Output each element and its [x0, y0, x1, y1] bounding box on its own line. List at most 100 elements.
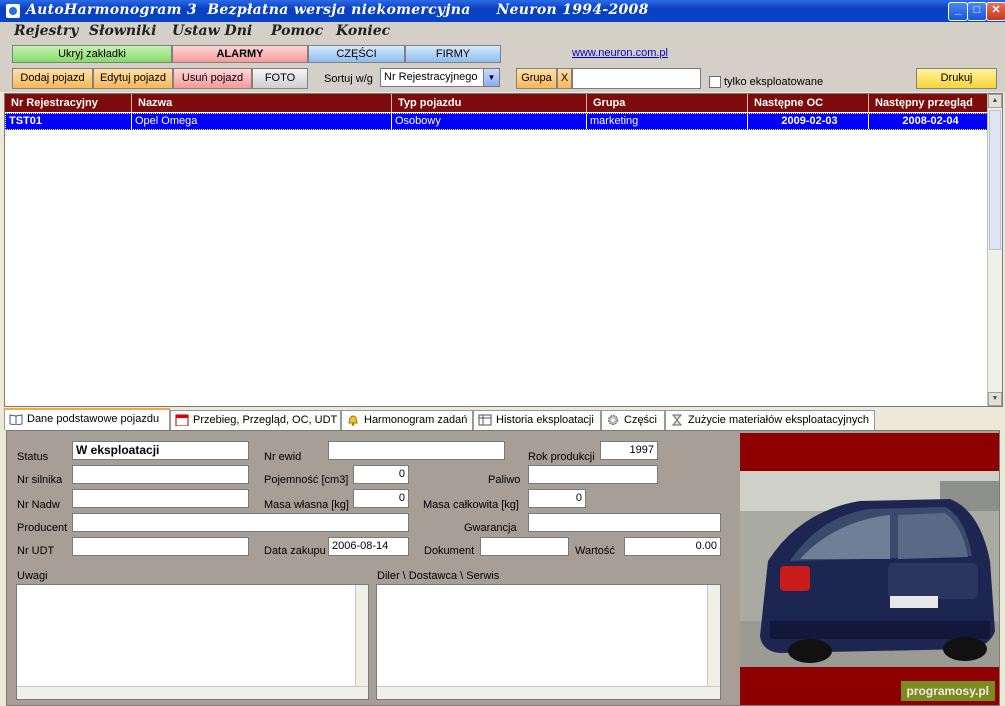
menu-pomoc[interactable]: Pomoc — [271, 23, 323, 39]
hourglass-icon — [671, 414, 683, 426]
menu-bar: Rejestry Słowniki Ustaw Dni Pomoc Koniec — [0, 22, 1005, 42]
uwagi-scrollbar[interactable] — [355, 585, 368, 699]
nr-silnika-label: Nr silnika — [17, 474, 63, 486]
table-scrollbar[interactable]: ▲ ▼ — [987, 94, 1002, 406]
title-bar: AutoHarmonogram 3 Bezpłatna wersja nieko… — [0, 0, 1005, 22]
tab-basic-data[interactable]: Dane podstawowe pojazdu — [4, 408, 170, 430]
nr-nadw-field[interactable] — [72, 489, 249, 508]
vehicles-table: Nr Rejestracyjny Nazwa Typ pojazdu Grupa… — [4, 93, 1003, 407]
tab-label: Harmonogram zadań — [364, 414, 468, 426]
column-header-nazwa[interactable]: Nazwa — [132, 94, 392, 112]
table-row[interactable]: TST01 Opel Omega Osobowy marketing 2009-… — [5, 113, 990, 130]
photo-button[interactable]: FOTO — [252, 68, 308, 89]
close-button[interactable]: ✕ — [986, 2, 1005, 21]
diler-textarea[interactable] — [376, 584, 721, 700]
column-header-przeglad[interactable]: Następny przegląd — [869, 94, 990, 112]
scroll-down-icon[interactable]: ▼ — [988, 392, 1002, 406]
rok-produkcji-field[interactable]: 1997 — [600, 441, 658, 460]
column-header-oc[interactable]: Następne OC — [748, 94, 869, 112]
diler-scrollbar[interactable] — [707, 585, 720, 699]
calendar-icon — [175, 414, 189, 426]
menu-slowniki[interactable]: Słowniki — [89, 23, 156, 39]
uwagi-hscrollbar[interactable] — [17, 686, 368, 699]
sort-select[interactable]: Nr Rejestracyjnego ▼ — [380, 68, 500, 87]
paliwo-field[interactable] — [528, 465, 658, 484]
maximize-button[interactable]: □ — [967, 2, 987, 21]
companies-button[interactable]: FIRMY — [405, 45, 501, 63]
group-button[interactable]: Grupa — [516, 68, 557, 89]
paliwo-label: Paliwo — [488, 474, 521, 486]
cell-nazwa: Opel Omega — [132, 114, 392, 129]
pojemnosc-label: Pojemność [cm3] — [264, 474, 349, 486]
cell-typ: Osobowy — [392, 114, 587, 129]
dokument-field[interactable] — [480, 537, 569, 556]
producent-field[interactable] — [72, 513, 409, 532]
scroll-thumb[interactable] — [989, 110, 1001, 250]
wartosc-label: Wartość — [575, 545, 615, 557]
tab-label: Dane podstawowe pojazdu — [27, 413, 160, 425]
window-title: AutoHarmonogram 3 Bezpłatna wersja nieko… — [26, 2, 649, 18]
add-vehicle-button[interactable]: Dodaj pojazd — [12, 68, 93, 89]
producent-label: Producent — [17, 522, 68, 534]
gwarancja-field[interactable] — [528, 513, 721, 532]
sort-label: Sortuj w/g — [324, 73, 373, 85]
masa-calkowita-label: Masa całkowita [kg] — [423, 499, 519, 511]
tab-history[interactable]: Historia eksploatacji — [473, 410, 601, 430]
vehicle-photo[interactable]: programosy.pl — [740, 433, 999, 705]
menu-rejestry[interactable]: Rejestry — [14, 23, 78, 39]
data-zakupu-label: Data zakupu — [264, 545, 326, 557]
tab-parts[interactable]: Części — [601, 410, 665, 430]
watermark-logo: programosy.pl — [900, 681, 995, 701]
vehicle-details-panel: Status W eksploatacji Nr ewid Rok produk… — [6, 430, 1000, 706]
cell-oc: 2009-02-03 — [748, 114, 869, 129]
menu-koniec[interactable]: Koniec — [336, 23, 390, 39]
website-link[interactable]: www.neuron.com.pl — [572, 47, 668, 59]
nr-ewid-field[interactable] — [328, 441, 505, 460]
alarms-button[interactable]: ALARMY — [172, 45, 308, 63]
pojemnosc-field[interactable]: 0 — [353, 465, 409, 484]
scroll-up-icon[interactable]: ▲ — [988, 94, 1002, 108]
group-clear-button[interactable]: X — [557, 68, 572, 89]
nr-udt-field[interactable] — [72, 537, 249, 556]
dokument-label: Dokument — [424, 545, 475, 557]
tab-label: Zużycie materiałów eksploatacyjnych — [688, 414, 869, 426]
diler-label: Diler \ Dostawca \ Serwis — [377, 570, 500, 582]
delete-vehicle-button[interactable]: Usuń pojazd — [173, 68, 252, 89]
cell-grupa: marketing — [587, 114, 748, 129]
column-header-nr[interactable]: Nr Rejestracyjny — [5, 94, 132, 112]
masa-calkowita-field[interactable]: 0 — [528, 489, 586, 508]
nr-ewid-label: Nr ewid — [264, 451, 302, 463]
uwagi-label: Uwagi — [17, 570, 48, 582]
minimize-button[interactable]: _ — [948, 2, 968, 21]
group-input[interactable] — [572, 68, 701, 89]
cell-nr: TST01 — [6, 114, 132, 129]
chevron-down-icon[interactable]: ▼ — [483, 69, 499, 86]
parts-button[interactable]: CZĘŚCI — [308, 45, 405, 63]
data-zakupu-field[interactable]: 2006-08-14 — [328, 537, 409, 556]
book-icon — [9, 414, 23, 425]
toolbar-area: Ukryj zakładki ALARMY CZĘŚCI FIRMY www.n… — [0, 42, 1005, 92]
table-icon — [478, 414, 492, 426]
wartosc-field[interactable]: 0.00 — [624, 537, 721, 556]
nr-silnika-field[interactable] — [72, 465, 249, 484]
tab-mileage[interactable]: Przebieg, Przegląd, OC, UDT — [170, 410, 341, 430]
column-header-typ[interactable]: Typ pojazdu — [392, 94, 587, 112]
app-icon — [6, 4, 20, 18]
only-active-checkbox[interactable] — [709, 76, 721, 88]
uwagi-textarea[interactable] — [16, 584, 369, 700]
status-field[interactable]: W eksploatacji — [72, 441, 249, 460]
edit-vehicle-button[interactable]: Edytuj pojazd — [93, 68, 173, 89]
masa-wlasna-field[interactable]: 0 — [353, 489, 409, 508]
sort-select-value: Nr Rejestracyjnego — [384, 71, 478, 83]
diler-hscrollbar[interactable] — [377, 686, 720, 699]
nr-nadw-label: Nr Nadw — [17, 499, 60, 511]
column-header-grupa[interactable]: Grupa — [587, 94, 748, 112]
print-button[interactable]: Drukuj — [916, 68, 997, 89]
hide-tabs-button[interactable]: Ukryj zakładki — [12, 45, 172, 63]
bell-icon — [348, 415, 358, 426]
menu-ustaw-dni[interactable]: Ustaw Dni — [172, 23, 252, 39]
only-active-label: tylko eksploatowane — [724, 76, 824, 88]
tab-consumables[interactable]: Zużycie materiałów eksploatacyjnych — [665, 410, 875, 430]
tab-schedule[interactable]: Harmonogram zadań — [341, 410, 473, 430]
rok-produkcji-label: Rok produkcji — [528, 451, 595, 463]
